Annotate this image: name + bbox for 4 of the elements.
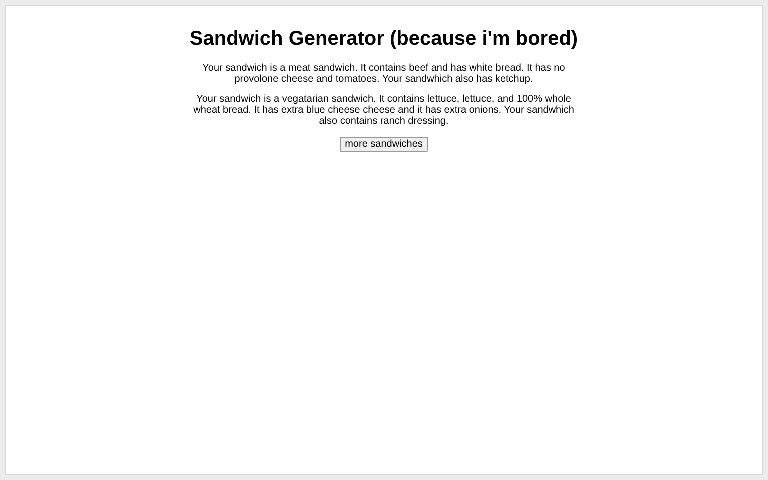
sandwich-description: Your sandwich is a vegatarian sandwich. It contains lettuce, lettuce, and 100% whole wheat bread. It has extra blue cheese cheese and it has extra onions. Your sandwhich also contains ranch dressing. — [192, 94, 576, 127]
page-title: Sandwich Generator (because i'm bored) — [190, 28, 578, 51]
more-sandwiches-button[interactable]: more sandwiches — [340, 137, 428, 152]
sandwich-description: Your sandwich is a meat sandwich. It contains beef and has white bread. It has no provolone cheese and tomatoes. Your sandwhich also has ketchup. — [202, 63, 566, 85]
